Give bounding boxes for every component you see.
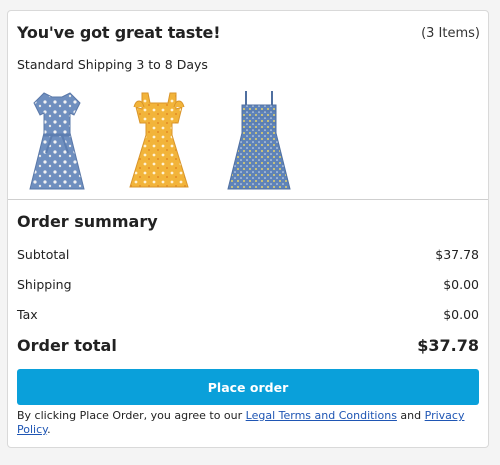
subtotal-row: Subtotal $37.78 xyxy=(17,247,479,262)
legal-and: and xyxy=(396,409,425,422)
order-summary-title: Order summary xyxy=(17,212,158,231)
tax-row: Tax $0.00 xyxy=(17,307,479,322)
cart-title: You've got great taste! xyxy=(17,23,221,42)
order-total-row: Order total $37.78 xyxy=(17,336,479,355)
blue-dress-image xyxy=(29,92,85,190)
cart-items-section: You've got great taste! (3 Items) Standa… xyxy=(8,11,488,200)
shipping-row: Shipping $0.00 xyxy=(17,277,479,292)
product-thumbnail-1[interactable] xyxy=(22,89,92,193)
legal-terms-link[interactable]: Legal Terms and Conditions xyxy=(246,409,397,422)
smocked-dress-image xyxy=(227,91,291,190)
legal-notice: By clicking Place Order, you agree to ou… xyxy=(17,409,479,437)
place-order-button[interactable]: Place order xyxy=(17,369,479,405)
order-total-label: Order total xyxy=(17,336,117,355)
order-summary: Order summary Subtotal $37.78 Shipping $… xyxy=(8,200,488,449)
subtotal-label: Subtotal xyxy=(17,247,70,262)
item-count: (3 Items) xyxy=(421,26,480,41)
product-thumbnail-3[interactable] xyxy=(224,89,294,193)
yellow-dress-image xyxy=(129,92,189,188)
shipping-label: Shipping xyxy=(17,277,72,292)
product-thumbnail-2[interactable] xyxy=(124,89,194,193)
shipping-value: $0.00 xyxy=(443,277,479,292)
tax-value: $0.00 xyxy=(443,307,479,322)
legal-prefix: By clicking Place Order, you agree to ou… xyxy=(17,409,246,422)
order-total-value: $37.78 xyxy=(417,336,479,355)
shipping-note: Standard Shipping 3 to 8 Days xyxy=(17,57,208,72)
tax-label: Tax xyxy=(17,307,38,322)
legal-suffix: . xyxy=(47,423,51,436)
subtotal-value: $37.78 xyxy=(435,247,479,262)
cart-card: You've got great taste! (3 Items) Standa… xyxy=(7,10,489,448)
